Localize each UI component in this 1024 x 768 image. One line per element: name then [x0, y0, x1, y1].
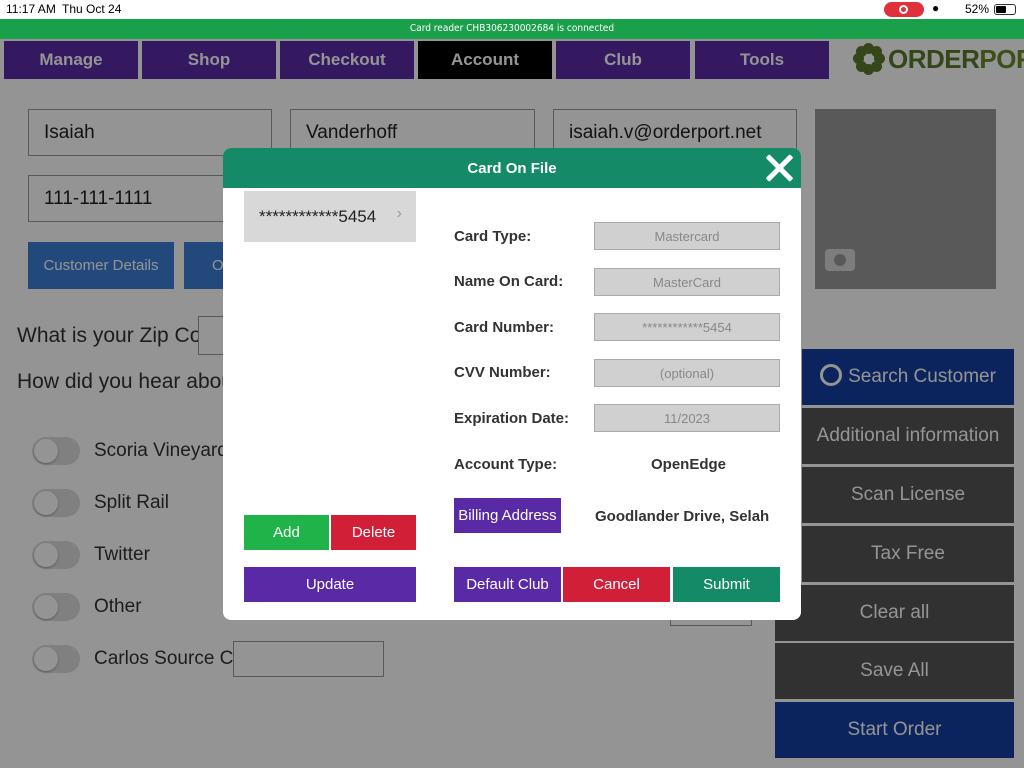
delete-card-button[interactable]: Delete	[331, 515, 416, 550]
account-type-label: Account Type:	[454, 456, 558, 473]
cvv-field[interactable]: (optional)	[594, 359, 780, 387]
card-on-file-modal: Card On File ************5454 › Card Typ…	[223, 148, 801, 620]
date: Thu Oct 24	[62, 2, 122, 16]
name-on-card-label: Name On Card:	[454, 273, 564, 290]
card-number-label: Card Number:	[454, 319, 555, 336]
card-type-field: Mastercard	[594, 222, 780, 250]
status-bar: 11:17 AM Thu Oct 24 ● 52%	[0, 0, 1024, 19]
billing-address-value: Goodlander Drive, Selah	[595, 508, 770, 525]
battery-percent: 52%	[965, 2, 990, 16]
close-icon[interactable]	[763, 152, 795, 184]
chevron-right-icon: ›	[396, 205, 402, 222]
submit-button[interactable]: Submit	[673, 567, 780, 602]
saved-card-item[interactable]: ************5454 ›	[244, 191, 416, 242]
expiration-label: Expiration Date:	[454, 410, 570, 427]
cancel-button[interactable]: Cancel	[563, 567, 670, 602]
card-number-field: ************5454	[594, 313, 780, 341]
billing-address-button[interactable]: Billing Address	[454, 498, 561, 533]
modal-title: Card On File	[223, 148, 801, 188]
update-button[interactable]: Update	[244, 567, 416, 602]
account-type-value: OpenEdge	[651, 456, 727, 473]
card-masked-number: ************5454	[259, 206, 377, 226]
cvv-label: CVV Number:	[454, 364, 551, 381]
battery-icon	[994, 4, 1016, 15]
card-reader-status: Card reader CHB306230002684 is connected	[0, 19, 1024, 39]
screen-record-icon	[884, 2, 924, 17]
wifi-icon: ●	[932, 1, 940, 15]
default-club-button[interactable]: Default Club	[454, 567, 561, 602]
add-card-button[interactable]: Add	[244, 515, 329, 550]
expiration-field: 11/2023	[594, 404, 780, 432]
clock: 11:17 AM	[6, 2, 56, 16]
name-on-card-field: MasterCard	[594, 268, 780, 296]
card-type-label: Card Type:	[454, 228, 532, 245]
